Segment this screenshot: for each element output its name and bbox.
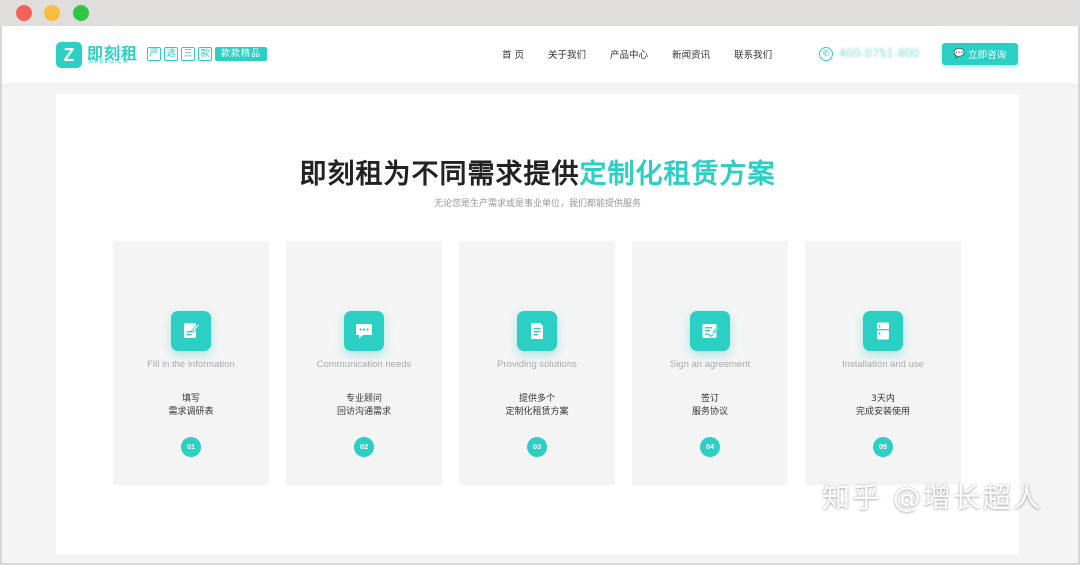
step-desc-line1: 填写: [181, 394, 200, 404]
nav-item-home[interactable]: 首 页: [502, 47, 524, 61]
step-desc-line2: 回访沟通需求: [336, 407, 391, 417]
step-desc-line2: 完成安装使用: [855, 407, 910, 417]
slogan-tags: 严 选 三 款 款款精品: [147, 47, 268, 61]
step-card[interactable]: Sign an agreement 签订 服务协议 04: [632, 241, 788, 485]
slogan-tag: 三: [181, 47, 195, 61]
logo-subtext: JIKEZU.CN: [88, 59, 129, 65]
edit-icon: [171, 311, 211, 351]
step-desc-line2: 定制化租赁方案: [505, 407, 569, 417]
step-card[interactable]: Fill in the information 填写 需求调研表 01: [113, 241, 269, 485]
nav-item-contact[interactable]: 联系我们: [734, 47, 772, 61]
slogan-tag: 严: [147, 47, 161, 61]
minimize-window-button[interactable]: [44, 5, 60, 21]
nav-item-news[interactable]: 新闻资讯: [672, 47, 710, 61]
window-titlebar: [0, 0, 1080, 26]
slogan-tag: 选: [164, 47, 178, 61]
chat-bubble-icon: 💬: [953, 49, 966, 59]
slogan-tag-filled: 款款精品: [215, 47, 268, 61]
close-window-button[interactable]: [16, 5, 32, 21]
step-desc-line1: 签订: [700, 394, 719, 404]
watermark: 知乎 @增长超人: [822, 481, 1043, 514]
consult-button-label: 立即咨询: [968, 50, 1007, 61]
step-card[interactable]: Providing solutions 提供多个 定制化租赁方案 03: [459, 241, 615, 485]
step-desc-line2: 需求调研表: [168, 407, 214, 417]
sign-icon: [690, 311, 730, 351]
step-title-en: Fill in the information: [147, 359, 235, 370]
section-title-prefix: 即刻租为不同需求提供: [299, 159, 580, 190]
step-desc-line1: 提供多个: [518, 394, 555, 404]
step-number-badge: 05: [873, 437, 893, 457]
fridge-icon: [863, 311, 903, 351]
chat-icon: [344, 311, 384, 351]
step-number-badge: 01: [181, 437, 201, 457]
slogan-tag: 款: [198, 47, 212, 61]
maximize-window-button[interactable]: [73, 5, 89, 21]
consult-button[interactable]: 💬 立即咨询: [942, 43, 1018, 65]
nav-item-about[interactable]: 关于我们: [548, 47, 586, 61]
step-desc-line2: 服务协议: [691, 407, 728, 417]
step-desc-line1: 3天内: [871, 394, 895, 404]
step-card[interactable]: Communication needs 专业顾问 回访沟通需求 02: [286, 241, 442, 485]
process-steps: Fill in the information 填写 需求调研表 01 Comm…: [113, 241, 961, 485]
step-number-badge: 04: [700, 437, 720, 457]
step-title-en: Providing solutions: [497, 359, 577, 370]
section-title-highlight: 定制化租赁方案: [579, 159, 776, 190]
step-number-badge: 02: [354, 437, 374, 457]
main-nav: 首 页 关于我们 产品中心 新闻资讯 联系我们: [502, 47, 796, 61]
step-number-badge: 03: [527, 437, 547, 457]
step-title-en: Sign an agreement: [669, 359, 751, 370]
logo-icon[interactable]: Z: [56, 42, 82, 68]
phone-icon: ✆: [819, 47, 833, 61]
document-icon: [517, 311, 557, 351]
section-subtitle: 无论您是生产需求或是事业单位，我们都能提供服务: [433, 199, 641, 209]
site-header: Z 即刻租 JIKEZU.CN 严 选 三 款 款款精品 首 页 关于我们 产品…: [2, 26, 1078, 83]
step-title-en: Communication needs: [316, 359, 412, 370]
step-card[interactable]: Installation and use 3天内 完成安装使用 05: [805, 241, 961, 485]
nav-item-products[interactable]: 产品中心: [610, 47, 648, 61]
step-title-en: Installation and use: [842, 359, 924, 370]
step-desc-line1: 专业顾问: [345, 394, 382, 404]
phone-number[interactable]: 400-0751-800: [839, 46, 920, 60]
section-title: 即刻租为不同需求提供定制化租赁方案: [56, 152, 1019, 191]
